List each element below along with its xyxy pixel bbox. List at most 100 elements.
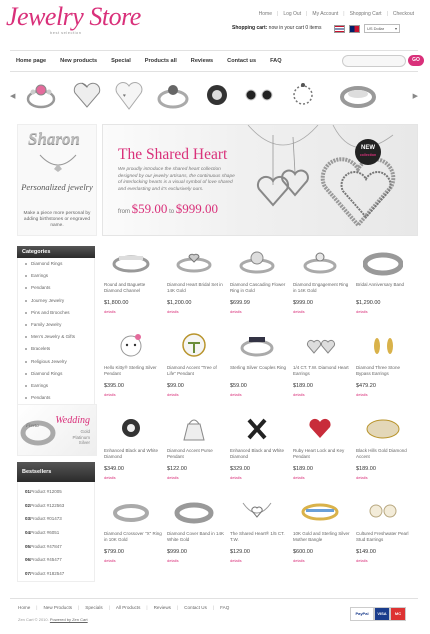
product-card[interactable]: Diamond Engagement Ring in 14K Gold $999.…	[291, 246, 351, 324]
nav-special[interactable]: Special	[111, 58, 131, 64]
product-card[interactable]: Diamond Crossover "X" Ring in 10K Gold $7…	[102, 495, 162, 573]
product-details-link[interactable]: details	[356, 392, 368, 397]
category-item[interactable]: Pendants	[18, 392, 94, 404]
currency-select[interactable]: US Dollar	[364, 24, 400, 33]
product-name[interactable]: Round and Baguette Diamond Channel	[104, 282, 162, 293]
carousel-item[interactable]	[286, 77, 318, 113]
footer-link-all[interactable]: All Products	[116, 605, 141, 610]
product-card[interactable]: Diamond Accent "Tree of Life" Pendant $99…	[165, 329, 225, 407]
product-details-link[interactable]: details	[356, 475, 368, 480]
product-image[interactable]	[230, 412, 284, 444]
product-details-link[interactable]: details	[230, 392, 242, 397]
search-go-button[interactable]: GO	[408, 55, 424, 66]
product-name[interactable]: Black Hills Gold Diamond Accent	[356, 448, 414, 459]
product-name[interactable]: Diamond Accent "Tree of Life" Pendant	[167, 365, 225, 376]
product-card[interactable]: Ruby Heart Lock and Key Pendant $189.00 de…	[291, 412, 351, 490]
product-name[interactable]: Diamond Three Stone Bypass Earrings	[356, 365, 414, 376]
footer-link-faq[interactable]: FAQ	[220, 605, 229, 610]
bestseller-label[interactable]: Product #47847	[30, 541, 62, 553]
product-card[interactable]: Black Hills Gold Diamond Accent $189.00 de…	[354, 412, 414, 490]
product-name[interactable]: Diamond Accent Purse Pendant	[167, 448, 225, 459]
product-details-link[interactable]: details	[293, 558, 305, 563]
bestseller-item[interactable]: 04. Product #6051	[18, 526, 94, 540]
product-card[interactable]: Diamond Cascading Flower Ring in Gold $69…	[228, 246, 288, 324]
product-image[interactable]	[356, 412, 410, 444]
bestseller-item[interactable]: 07. Product #182547	[18, 567, 94, 581]
product-name[interactable]: Diamond Cover Band in 14K White Gold	[167, 531, 225, 542]
category-item[interactable]: Men's Jewelry & Gifts	[18, 331, 94, 343]
bestseller-item[interactable]: 06. Product #45477	[18, 553, 94, 567]
product-name[interactable]: The Shared Heart® 1/5 CT. T.W.	[230, 531, 288, 542]
logo[interactable]: Jewelry Store	[6, 4, 141, 30]
carousel-item[interactable]	[200, 77, 232, 113]
product-details-link[interactable]: details	[230, 309, 242, 314]
top-link-checkout[interactable]: Checkout	[393, 11, 414, 17]
product-details-link[interactable]: details	[230, 475, 242, 480]
product-name[interactable]: Cultured Freshwater Pearl Stud Earrings	[356, 531, 414, 542]
category-item[interactable]: Religious Jewelry	[18, 356, 94, 368]
product-image[interactable]	[356, 329, 410, 361]
carousel-item[interactable]	[242, 77, 274, 113]
product-name[interactable]: Diamond Heart Bridal Set in 14K Gold	[167, 282, 225, 293]
powered-by-link[interactable]: Powered by Zen Cart	[50, 617, 88, 622]
product-card[interactable]: 1/4 CT. T.W. Diamond Heart Earrings $189.…	[291, 329, 351, 407]
product-image[interactable]	[167, 412, 221, 444]
product-card[interactable]: Diamond Heart Bridal Set in 14K Gold $1,2…	[165, 246, 225, 324]
carousel-item[interactable]: ♥	[112, 77, 144, 113]
product-image[interactable]	[104, 246, 158, 278]
category-item[interactable]: Earrings	[18, 380, 94, 392]
product-name[interactable]: 10K Gold and Sterling Silver Mother Bang…	[293, 531, 351, 542]
product-image[interactable]	[104, 412, 158, 444]
product-name[interactable]: Bridal Anniversary Band	[356, 282, 414, 288]
product-name[interactable]: Diamond Engagement Ring in 14K Gold	[293, 282, 351, 293]
product-details-link[interactable]: details	[356, 309, 368, 314]
product-image[interactable]	[167, 495, 221, 527]
product-image[interactable]	[167, 246, 221, 278]
product-card[interactable]: Round and Baguette Diamond Channel $1,800…	[102, 246, 162, 324]
product-details-link[interactable]: details	[167, 309, 179, 314]
bestseller-label[interactable]: Product #182547	[30, 568, 64, 580]
search-input[interactable]	[342, 55, 406, 67]
top-link-home[interactable]: Home	[259, 11, 272, 17]
product-image[interactable]	[356, 246, 410, 278]
product-image[interactable]	[293, 246, 347, 278]
nav-products-all[interactable]: Products all	[145, 58, 177, 64]
nav-contact[interactable]: Contact us	[227, 58, 256, 64]
bestseller-label[interactable]: Product #45477	[30, 554, 62, 566]
product-details-link[interactable]: details	[167, 475, 179, 480]
footer-link-new[interactable]: New Products	[43, 605, 72, 610]
product-name[interactable]: Ruby Heart Lock and Key Pendant	[293, 448, 351, 459]
product-details-link[interactable]: details	[167, 558, 179, 563]
product-image[interactable]	[167, 329, 221, 361]
footer-link-contact[interactable]: Contact Us	[184, 605, 207, 610]
footer-link-reviews[interactable]: Reviews	[154, 605, 171, 610]
footer-link-home[interactable]: Home	[18, 605, 30, 610]
category-item[interactable]: Diamond Rings	[18, 258, 94, 270]
product-details-link[interactable]: details	[104, 392, 116, 397]
product-image[interactable]	[356, 495, 410, 527]
product-card[interactable]: Bridal Anniversary Band $1,290.00 details	[354, 246, 414, 324]
product-details-link[interactable]: details	[167, 392, 179, 397]
product-card[interactable]: Enhanced Black and White Diamond $329.00 d…	[228, 412, 288, 490]
product-image[interactable]	[230, 329, 284, 361]
product-card[interactable]: Enhanced Black and White Diamond $349.00 d…	[102, 412, 162, 490]
carousel-item[interactable]	[156, 77, 189, 113]
top-link-logout[interactable]: Log Out	[283, 11, 301, 17]
category-item[interactable]: Pendants	[18, 282, 94, 294]
product-name[interactable]: Diamond Cascading Flower Ring in Gold	[230, 282, 288, 293]
product-image[interactable]	[293, 329, 347, 361]
bestseller-item[interactable]: 01. Product #12005	[18, 485, 94, 499]
product-details-link[interactable]: details	[293, 309, 305, 314]
product-name[interactable]: Enhanced Black and White Diamond	[104, 448, 162, 459]
nav-home[interactable]: Home page	[16, 58, 46, 64]
cart-count[interactable]: now in your cart 0 items	[269, 25, 322, 31]
product-details-link[interactable]: details	[104, 558, 116, 563]
nav-new-products[interactable]: New products	[60, 58, 97, 64]
carousel-next-icon[interactable]: ▶	[413, 92, 418, 100]
product-image[interactable]	[104, 329, 158, 361]
carousel-item[interactable]	[24, 77, 56, 113]
product-details-link[interactable]: details	[293, 392, 305, 397]
top-link-cart[interactable]: Shopping Cart	[350, 11, 382, 17]
product-card[interactable]: 10K Gold and Sterling Silver Mother Bang…	[291, 495, 351, 573]
product-details-link[interactable]: details	[230, 558, 242, 563]
